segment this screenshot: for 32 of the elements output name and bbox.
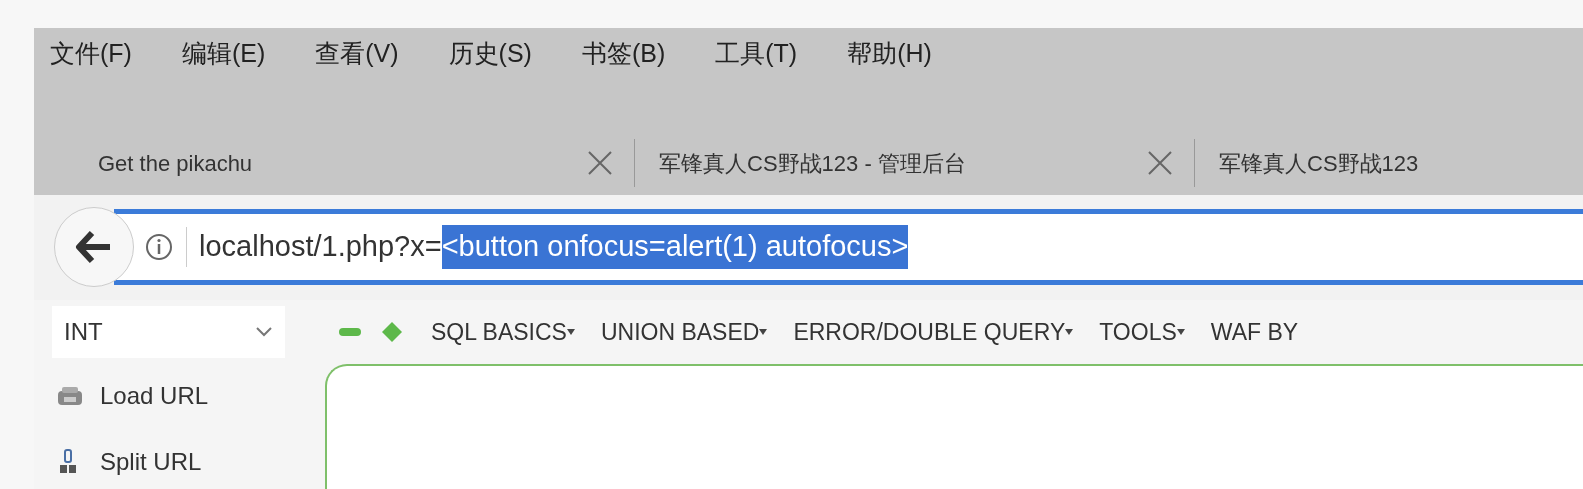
hackbar-menu[interactable]: TOOLS xyxy=(1099,314,1185,350)
selected-url-text: <button onfocus=alert(1) autofocus> xyxy=(441,225,909,269)
menu-item[interactable]: 查看(V) xyxy=(315,35,399,73)
menu-item[interactable]: 书签(B) xyxy=(581,35,666,73)
tab-title: 军锋真人CS野战123 - 管理后台 xyxy=(659,149,966,178)
type-dropdown[interactable]: INT xyxy=(52,306,285,358)
url-text: localhost/1.php?x= xyxy=(199,229,442,265)
back-arrow-icon xyxy=(75,230,113,264)
close-icon[interactable] xyxy=(1146,149,1174,177)
minus-icon[interactable] xyxy=(339,327,361,337)
browser-tab[interactable]: 军锋真人CS野战123 - 管理后台 xyxy=(634,139,1194,187)
close-icon[interactable] xyxy=(586,149,614,177)
menu-item[interactable]: 帮助(H) xyxy=(847,35,932,73)
menu-item[interactable]: 编辑(E) xyxy=(181,35,266,73)
hackbar-action[interactable]: Load URL xyxy=(56,378,323,414)
chevron-down-icon xyxy=(255,326,273,338)
plus-icon[interactable] xyxy=(381,321,403,343)
browser-tab[interactable]: Get the pikachu xyxy=(34,139,634,187)
info-icon[interactable] xyxy=(144,232,174,262)
hackbar-menu[interactable]: WAF BY xyxy=(1210,314,1299,350)
tab-title: 军锋真人CS野战123 xyxy=(1219,149,1419,178)
hackbar-menu[interactable]: SQL BASICS xyxy=(431,314,575,350)
browser-tab[interactable]: 军锋真人CS野战123 xyxy=(1194,139,1583,187)
menu-item[interactable]: 历史(S) xyxy=(448,35,532,73)
hackbar-action[interactable]: Split URL xyxy=(56,444,323,480)
tab-title: Get the pikachu xyxy=(98,149,253,178)
hackbar-menu[interactable]: ERROR/DOUBLE QUERY xyxy=(793,314,1074,350)
dropdown-value: INT xyxy=(64,317,103,347)
menu-item[interactable]: 工具(T) xyxy=(715,35,798,73)
menu-item[interactable]: 文件(F) xyxy=(50,35,132,73)
url-field[interactable]: localhost/1.php?x=<button onfocus=alert(1) autofocus> xyxy=(114,209,1583,285)
hackbar-menu[interactable]: UNION BASED xyxy=(600,314,768,350)
